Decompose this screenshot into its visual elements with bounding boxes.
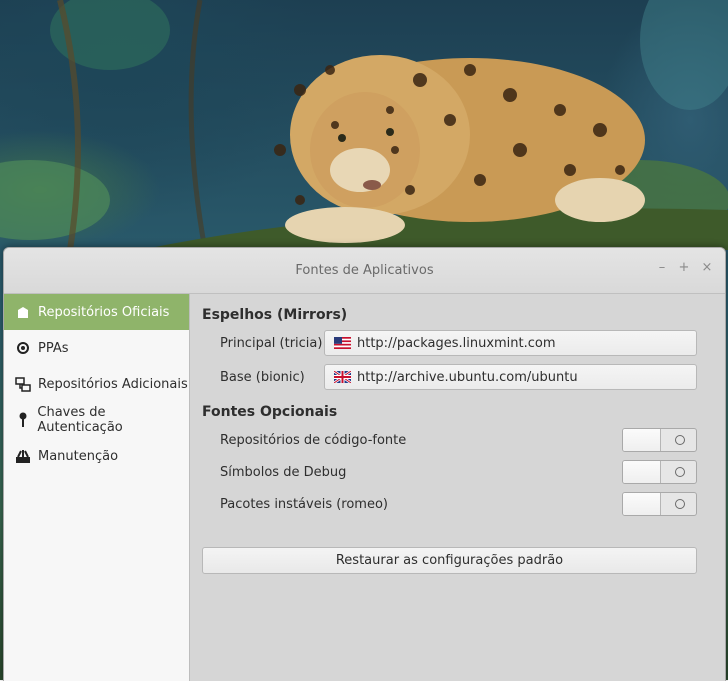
uk-flag-icon <box>334 371 351 383</box>
toggle-knob <box>623 429 661 451</box>
sidebar-item-label: Repositórios Adicionais <box>38 376 188 392</box>
software-sources-window: Fontes de Aplicativos – + × Repositórios… <box>3 247 726 681</box>
main-content: Espelhos (Mirrors) Principal (tricia) ht… <box>190 294 725 681</box>
minimize-button[interactable]: – <box>654 260 670 276</box>
sidebar-item-label: Repositórios Oficiais <box>38 304 170 320</box>
ppa-circle-icon <box>15 340 31 356</box>
sidebar-item-authentication-keys[interactable]: Chaves de Autenticação <box>4 402 189 438</box>
toggle-knob <box>623 493 661 515</box>
window-titlebar[interactable]: Fontes de Aplicativos – + × <box>4 248 725 294</box>
toggle-off-icon <box>675 467 685 477</box>
main-mirror-button[interactable]: http://packages.linuxmint.com <box>324 330 697 356</box>
key-icon <box>15 412 30 428</box>
optional-sources-heading: Fontes Opcionais <box>202 404 338 420</box>
sidebar-item-label: Manutenção <box>38 448 119 464</box>
package-icon <box>15 304 31 320</box>
network-icon <box>15 376 31 392</box>
tools-icon <box>15 448 31 464</box>
sidebar: Repositórios Oficiais PPAs Repositórios … <box>4 294 190 681</box>
debug-symbols-toggle[interactable] <box>622 460 697 484</box>
mirrors-heading: Espelhos (Mirrors) <box>202 307 348 323</box>
toggle-off-icon <box>675 499 685 509</box>
main-mirror-url: http://packages.linuxmint.com <box>357 335 556 351</box>
main-mirror-label: Principal (tricia) <box>220 336 323 351</box>
maximize-button[interactable]: + <box>676 260 692 276</box>
leopard-wallpaper-image <box>0 0 728 250</box>
sidebar-item-official-repositories[interactable]: Repositórios Oficiais <box>4 294 189 330</box>
source-code-toggle[interactable] <box>622 428 697 452</box>
window-title: Fontes de Aplicativos <box>295 263 434 278</box>
base-mirror-button[interactable]: http://archive.ubuntu.com/ubuntu <box>324 364 697 390</box>
unstable-packages-label: Pacotes instáveis (romeo) <box>220 497 388 512</box>
base-mirror-url: http://archive.ubuntu.com/ubuntu <box>357 369 578 385</box>
restore-defaults-button[interactable]: Restaurar as configurações padrão <box>202 547 697 574</box>
sidebar-item-additional-repositories[interactable]: Repositórios Adicionais <box>4 366 189 402</box>
sidebar-item-maintenance[interactable]: Manutenção <box>4 438 189 474</box>
debug-symbols-label: Símbolos de Debug <box>220 465 347 480</box>
unstable-packages-toggle[interactable] <box>622 492 697 516</box>
sidebar-item-label: Chaves de Autenticação <box>37 405 123 435</box>
close-button[interactable]: × <box>699 260 715 276</box>
sidebar-item-label: PPAs <box>38 340 69 356</box>
sidebar-item-ppas[interactable]: PPAs <box>4 330 189 366</box>
toggle-knob <box>623 461 661 483</box>
base-mirror-label: Base (bionic) <box>220 370 305 385</box>
source-code-label: Repositórios de código-fonte <box>220 433 407 448</box>
toggle-off-icon <box>675 435 685 445</box>
us-flag-icon <box>334 337 351 349</box>
